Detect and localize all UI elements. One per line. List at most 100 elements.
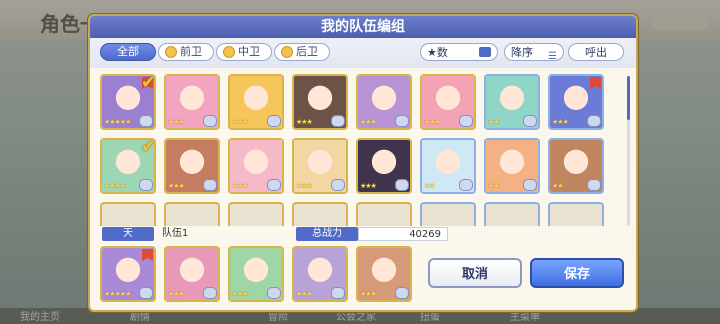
selected-check-icon: ✔	[140, 74, 156, 93]
rank-icon	[139, 287, 153, 299]
character-card[interactable]	[356, 202, 412, 226]
tab-front[interactable]: 前卫	[158, 43, 214, 61]
rank-icon	[459, 115, 473, 127]
team-member-slot[interactable]: ★★★	[292, 246, 348, 302]
rank-icon	[587, 179, 601, 191]
sort-icon	[479, 47, 491, 57]
character-card[interactable]: ★★★	[164, 138, 220, 194]
star-rating: ★★★	[360, 118, 377, 126]
rank-icon	[267, 179, 281, 191]
character-card[interactable]: ★★★	[420, 74, 476, 130]
tab-label: 全部	[117, 45, 139, 58]
sort-order-button[interactable]: 降序 ☰	[504, 43, 564, 62]
rank-icon	[203, 287, 217, 299]
character-card[interactable]: ★★	[484, 138, 540, 194]
rank-icon	[395, 115, 409, 127]
dialog-title: 我的队伍编组	[90, 16, 636, 38]
star-rating: ★★	[488, 182, 500, 190]
position-icon	[223, 46, 235, 58]
character-card[interactable]	[164, 202, 220, 226]
rank-icon	[331, 287, 345, 299]
character-card[interactable]: ★★★	[164, 74, 220, 130]
rank-icon	[523, 179, 537, 191]
team-info-bar: 天 队伍1 总战力 40269	[90, 226, 636, 242]
character-card[interactable]: ★★★	[356, 74, 412, 130]
rank-icon	[331, 115, 345, 127]
tab-label: 后卫	[296, 45, 318, 58]
tab-middle[interactable]: 中卫	[216, 43, 272, 61]
character-card[interactable]: ★★	[484, 74, 540, 130]
character-card[interactable]	[292, 202, 348, 226]
star-rating: ★★★	[168, 182, 185, 190]
team-name: 队伍1	[162, 228, 189, 239]
character-card[interactable]: ★★★	[292, 74, 348, 130]
tab-label: 前卫	[180, 45, 202, 58]
character-card[interactable]: ★★	[420, 138, 476, 194]
save-button[interactable]: 保存	[530, 258, 624, 288]
star-rating: ★★★★★	[104, 118, 131, 126]
character-card[interactable]	[548, 202, 604, 226]
call-label: 呼出	[585, 46, 607, 59]
star-rating: ★★★	[168, 118, 185, 126]
rank-icon	[203, 115, 217, 127]
scrollbar[interactable]	[627, 76, 630, 226]
rank-icon	[395, 179, 409, 191]
character-card[interactable]	[420, 202, 476, 226]
star-rating: ★★★	[232, 118, 249, 126]
character-card[interactable]: ★★★	[292, 138, 348, 194]
character-card[interactable]	[484, 202, 540, 226]
star-rating: ★★★	[424, 118, 441, 126]
star-rating: ★★★	[296, 118, 313, 126]
rank-icon	[523, 115, 537, 127]
selected-check-icon: ✔	[140, 138, 156, 157]
character-card[interactable]: ★★★	[356, 138, 412, 194]
star-rating: ★★★	[296, 290, 313, 298]
rank-icon	[395, 287, 409, 299]
character-card[interactable]: ★★★	[548, 74, 604, 130]
star-rating: ★★★	[552, 118, 569, 126]
star-rating: ★★	[488, 118, 500, 126]
character-card[interactable]: ★★★	[228, 138, 284, 194]
tab-rear[interactable]: 后卫	[274, 43, 330, 61]
cancel-button[interactable]: 取消	[428, 258, 522, 288]
descending-icon: ☰	[548, 51, 557, 62]
team-member-slot[interactable]: ★★★★★	[100, 246, 156, 302]
star-rating: ★★★	[232, 182, 249, 190]
order-label: 降序	[511, 46, 533, 59]
rank-icon	[267, 287, 281, 299]
character-card[interactable]: ★★★★ ✔	[100, 138, 156, 194]
rank-icon	[459, 179, 473, 191]
star-rating: ★★★★★	[104, 290, 131, 298]
position-icon	[165, 46, 177, 58]
sort-by-stars-button[interactable]: ★数	[420, 43, 498, 61]
star-rating: ★★★	[360, 182, 377, 190]
total-power-value: 40269	[358, 227, 448, 241]
character-grid: ★★★★★ ✔ ★★★ ★★★ ★★★ ★★★ ★★★ ★★ ★★★ ★★★★ ✔ ★★★ ★★★ ★★★…	[100, 74, 620, 226]
character-card[interactable]	[228, 202, 284, 226]
character-card[interactable]: ★★★	[228, 74, 284, 130]
rank-icon	[203, 179, 217, 191]
character-card[interactable]	[100, 202, 156, 226]
rank-icon	[331, 179, 345, 191]
filter-toolbar: 全部 前卫 中卫 后卫 ★数 降序 ☰ 呼出	[90, 38, 636, 68]
scrollbar-thumb[interactable]	[627, 76, 630, 120]
total-power-label: 总战力	[296, 227, 358, 241]
team-member-slot[interactable]: ★★★	[356, 246, 412, 302]
star-rating: ★★	[552, 182, 564, 190]
team-member-slot[interactable]: ★★★	[228, 246, 284, 302]
team-number-badge: 天	[102, 227, 154, 241]
call-team-button[interactable]: 呼出	[568, 43, 624, 61]
character-card[interactable]: ★★	[548, 138, 604, 194]
star-rating: ★★	[424, 182, 436, 190]
position-tabs: 全部 前卫 中卫 后卫	[100, 43, 330, 61]
sort-label: ★数	[427, 46, 448, 59]
team-slots: ★★★★★ ★★★ ★★★ ★★★ ★★★	[100, 246, 420, 306]
tab-all[interactable]: 全部	[100, 43, 156, 61]
rank-icon	[587, 115, 601, 127]
star-rating: ★★★★	[104, 182, 126, 190]
team-member-slot[interactable]: ★★★	[164, 246, 220, 302]
tab-label: 中卫	[238, 45, 260, 58]
star-rating: ★★★	[232, 290, 249, 298]
star-rating: ★★★	[360, 290, 377, 298]
character-card[interactable]: ★★★★★ ✔	[100, 74, 156, 130]
